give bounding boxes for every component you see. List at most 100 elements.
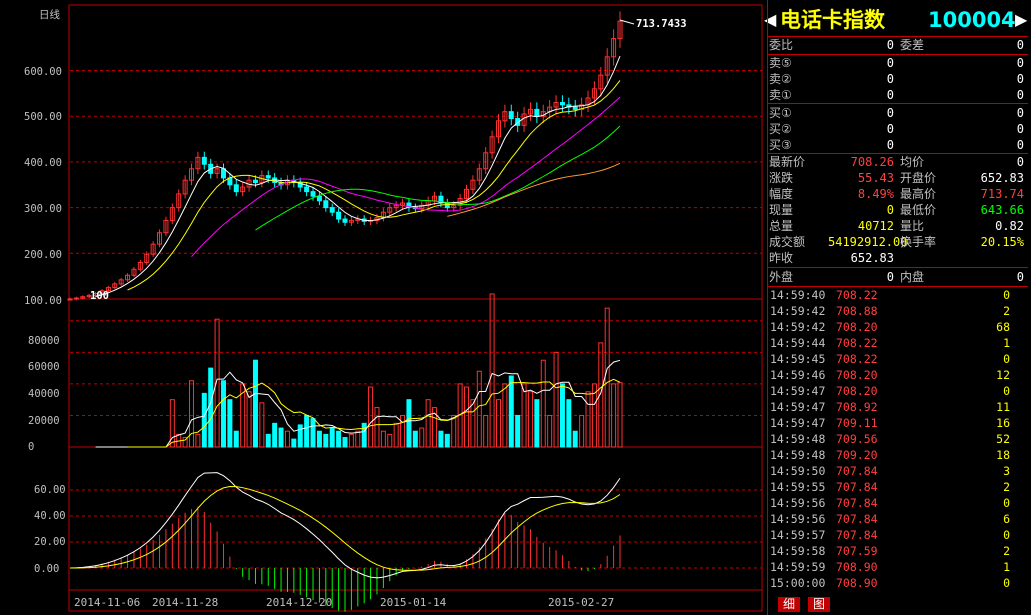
candle [73,297,79,300]
volume-bar [495,399,501,448]
date-tick-label: 2014-11-06 [74,596,141,609]
tick-row: 15:00:00 708.90 0 [770,576,1010,590]
volume-bar [527,391,533,448]
order-ratio-row: 委比 0 委差 0 [769,38,1024,52]
volume-bar [579,414,585,448]
date-tick-label: 2014-11-28 [152,596,219,609]
quote-row: 最新价 708.26 均价 0 [769,155,1024,169]
candle [559,102,565,106]
candle [310,191,316,197]
tick-row: 14:59:56 707.84 6 [770,512,1010,526]
kline-chart[interactable] [0,0,766,615]
price-tick-label: 100.00 [24,295,62,307]
volume-bar [329,427,335,448]
candle [572,106,578,110]
volume-bar [310,418,316,448]
volume-bar [425,399,431,448]
quote-row: 昨收 652.83 [769,251,894,265]
price-tick-label: 500.00 [24,111,62,123]
candle [534,108,540,117]
outer-inner-row: 外盘 0 内盘 0 [769,270,1024,284]
volume-bar [547,414,553,448]
volume-bar [483,414,489,448]
volume-bar [559,383,565,448]
tick-row: 14:59:59 708.90 1 [770,560,1010,574]
tick-row: 14:59:47 708.20 0 [770,384,1010,398]
volume-tick-label: 0 [28,441,35,453]
volume-bar [342,437,348,448]
volume-bar [201,392,207,448]
volume-bar [284,430,290,448]
volume-bar [553,351,559,448]
volume-bar [361,422,367,448]
candle [67,298,73,301]
price-tick-label: 200.00 [24,249,62,261]
volume-bar [515,414,521,448]
volume-bar [368,386,374,448]
high-price-label: 713.7433 [636,18,687,30]
volume-bar [380,430,386,448]
price-tick-label: 300.00 [24,203,62,215]
macd-tick-label: 60.00 [34,484,66,496]
tab-detail[interactable]: 细 [778,597,800,612]
sell-row: 卖② 0 0 [769,72,1024,86]
tick-row: 14:59:42 708.88 2 [770,304,1010,318]
sell-row: 卖① 0 0 [769,88,1024,102]
volume-bar [585,391,591,448]
volume-bar [272,422,278,448]
tick-row: 14:59:47 708.92 11 [770,400,1010,414]
tick-row: 14:59:50 707.84 3 [770,464,1010,478]
quote-row: 成交额 54192912.00 换手率 20.15% [769,235,1024,249]
buy-row: 买③ 0 0 [769,138,1024,152]
tick-row: 14:59:55 707.84 2 [770,480,1010,494]
volume-bar [227,399,233,448]
volume-bar [265,433,271,448]
ma10-line [127,80,621,291]
volume-bar [566,399,572,448]
date-tick-label: 2014-12-20 [266,596,333,609]
volume-bar [406,399,412,448]
volume-bar [508,375,514,448]
tick-row: 14:59:45 708.22 0 [770,352,1010,366]
volume-bar [604,307,610,448]
candle [233,184,239,193]
volume-bar [534,399,540,448]
vol-ma10-line [127,378,621,448]
candle [508,111,514,120]
dif-line [69,472,621,579]
tick-row: 14:59:56 707.84 0 [770,496,1010,510]
volume-bar [316,430,322,448]
volume-bar [451,414,457,448]
price-tick-label: 600.00 [24,66,62,78]
volume-bar [252,359,258,448]
tick-row: 14:59:40 708.22 0 [770,288,1010,302]
low-price-label: 100 [90,290,109,302]
quote-row: 现量 0 最低价 643.66 [769,203,1024,217]
tab-chart[interactable]: 图 [808,597,830,612]
volume-bar [470,399,476,448]
volume-bar [220,380,226,448]
volume-bar [617,382,623,448]
ma5-line [95,55,621,298]
sell-row: 卖⑤ 0 0 [769,56,1024,70]
chart-period-label: 日线 [39,9,60,21]
candle [252,179,258,183]
candle [304,186,310,193]
volume-bar [291,438,297,448]
volume-bar [438,430,444,448]
volume-bar [464,386,470,448]
dea-line [69,485,621,571]
volume-bar [387,433,393,448]
macd-tick-label: 20.00 [34,536,66,548]
tick-row: 14:59:48 709.20 18 [770,448,1010,462]
volume-bar [572,430,578,448]
volume-bar [400,414,406,448]
candle [265,175,271,179]
volume-bar [419,427,425,448]
candle [201,156,207,165]
volume-bar [444,433,450,448]
candle [316,195,322,202]
volume-bar [489,293,495,448]
volume-tick-label: 80000 [28,335,60,347]
volume-bar [297,424,303,448]
